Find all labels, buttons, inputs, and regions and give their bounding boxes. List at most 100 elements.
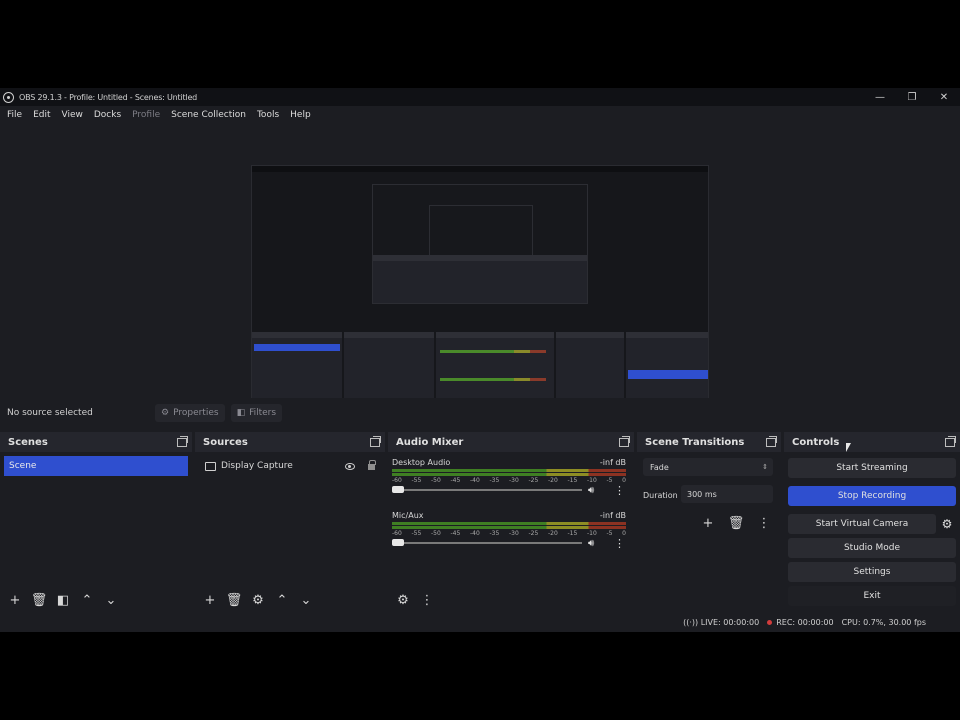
volume-slider-handle[interactable]: [392, 539, 404, 546]
volume-slider-track[interactable]: [392, 489, 582, 491]
more-options-icon[interactable]: ⋮: [614, 484, 625, 497]
volume-slider-handle[interactable]: [392, 486, 404, 493]
advanced-audio-gear-icon[interactable]: ⚙: [394, 591, 412, 609]
updown-chevron-icon: ⇕: [762, 463, 768, 471]
properties-button[interactable]: ⚙ Properties: [155, 404, 225, 422]
tick-label: -20: [548, 477, 558, 484]
channel-name: Mic/Aux: [392, 511, 424, 520]
start-streaming-button[interactable]: Start Streaming: [788, 458, 956, 478]
controls-title: Controls: [792, 436, 840, 448]
live-time: LIVE: 00:00:00: [700, 617, 760, 627]
move-down-button[interactable]: ⌄: [102, 591, 120, 609]
source-properties-button[interactable]: ⚙: [249, 591, 267, 609]
window-title: OBS 29.1.3 - Profile: Untitled - Scenes:…: [19, 92, 198, 102]
scenes-title: Scenes: [8, 436, 48, 448]
float-dock-icon[interactable]: [766, 435, 777, 447]
nested-meter-mic: [440, 378, 546, 381]
exit-button[interactable]: Exit: [788, 586, 956, 606]
mixer-body: Desktop Audio -inf dB -60 -55 -50 -45 -40 -35…: [388, 452, 634, 612]
move-up-button[interactable]: ⌃: [78, 591, 96, 609]
stop-recording-button[interactable]: Stop Recording: [788, 486, 956, 506]
menu-help[interactable]: Help: [290, 110, 311, 120]
add-transition-button[interactable]: +: [699, 514, 717, 532]
menu-profile[interactable]: Profile: [132, 110, 160, 120]
volume-meter: [392, 526, 626, 529]
start-virtual-camera-button[interactable]: Start Virtual Camera: [788, 514, 936, 534]
maximize-button[interactable]: ❐: [896, 88, 928, 106]
mixer-menu-icon[interactable]: ⋮: [418, 591, 436, 609]
scene-item[interactable]: Scene: [4, 456, 188, 476]
filters-button[interactable]: ◧ Filters: [230, 404, 283, 422]
nested-title-bar: [252, 166, 708, 172]
menu-edit[interactable]: Edit: [33, 110, 50, 120]
tick-label: -50: [431, 530, 441, 537]
transitions-body: Fade ⇕ Duration 300 ms + 🗑︎ ⋮: [637, 452, 781, 612]
status-bar: ((·)) LIVE: 00:00:00 REC: 00:00:00 CPU: …: [0, 612, 960, 632]
settings-button[interactable]: Settings: [788, 562, 956, 582]
volume-meter: [392, 473, 626, 476]
title-bar: OBS 29.1.3 - Profile: Untitled - Scenes:…: [0, 88, 960, 106]
scene-filters-button[interactable]: ◧: [54, 591, 72, 609]
studio-mode-button[interactable]: Studio Mode: [788, 538, 956, 558]
transition-properties-icon[interactable]: ⋮: [755, 514, 773, 532]
sources-toolbar: + 🗑︎ ⚙ ⌃ ⌄: [195, 588, 385, 612]
minimize-button[interactable]: —: [864, 88, 896, 106]
duration-input[interactable]: 300 ms: [681, 485, 773, 503]
nested-stop-recording: [628, 370, 708, 379]
menu-file[interactable]: File: [7, 110, 22, 120]
menu-scene-collection[interactable]: Scene Collection: [171, 110, 246, 120]
tick-label: -5: [606, 530, 613, 537]
tick-label: -10: [587, 530, 597, 537]
volume-meter: [392, 469, 626, 472]
transition-select[interactable]: Fade ⇕: [643, 458, 773, 476]
scenes-dock-header: Scenes: [0, 432, 192, 452]
source-item[interactable]: Display Capture: [199, 456, 381, 476]
tick-label: -40: [470, 530, 480, 537]
controls-dock-header: Controls: [784, 432, 960, 452]
no-source-label: No source selected: [7, 408, 93, 418]
meter-ticks: -60 -55 -50 -45 -40 -35 -30 -25 -20 -15 -10 -5 0: [392, 477, 626, 484]
menu-tools[interactable]: Tools: [257, 110, 279, 120]
obs-window: OBS 29.1.3 - Profile: Untitled - Scenes:…: [0, 88, 960, 632]
duration-label: Duration: [643, 491, 678, 500]
float-dock-icon[interactable]: [370, 435, 381, 447]
sources-dock: Sources Display Capture + 🗑︎ ⚙ ⌃ ⌄: [195, 432, 385, 612]
tick-label: -25: [528, 530, 539, 537]
volume-slider-track[interactable]: [392, 542, 582, 544]
duration-value: 300 ms: [687, 489, 717, 499]
filters-label: Filters: [249, 408, 277, 418]
controls-dock: Controls Start Streaming Stop Recording …: [784, 432, 960, 612]
controls-body: Start Streaming Stop Recording Start Vir…: [784, 452, 960, 612]
float-dock-icon[interactable]: [945, 435, 956, 447]
move-up-button[interactable]: ⌃: [273, 591, 291, 609]
add-source-button[interactable]: +: [201, 591, 219, 609]
speaker-icon[interactable]: 🔊︎: [588, 538, 594, 549]
remove-scene-button[interactable]: 🗑︎: [30, 591, 48, 609]
nested-meter-desktop: [440, 350, 546, 353]
mixer-channel-mic: Mic/Aux -inf dB -60 -55 -50 -45 -40 -35 -30 -25…: [392, 511, 626, 557]
speaker-icon[interactable]: 🔊︎: [588, 485, 594, 496]
tick-label: -15: [567, 530, 578, 537]
more-options-icon[interactable]: ⋮: [614, 537, 625, 550]
sources-list: Display Capture + 🗑︎ ⚙ ⌃ ⌄: [195, 452, 385, 612]
obs-logo-icon: [3, 91, 14, 103]
virtual-camera-settings-gear-icon[interactable]: ⚙: [940, 517, 954, 531]
preview-canvas[interactable]: [0, 124, 960, 423]
tick-label: -30: [509, 530, 519, 537]
add-scene-button[interactable]: +: [6, 591, 24, 609]
menu-view[interactable]: View: [62, 110, 83, 120]
mixer-channel-desktop: Desktop Audio -inf dB -60 -55 -50 -45 -40 -35…: [392, 458, 626, 504]
close-button[interactable]: ✕: [928, 88, 960, 106]
source-name: Display Capture: [221, 461, 293, 471]
scenes-dock: Scenes Scene + 🗑︎ ◧ ⌃ ⌄: [0, 432, 192, 612]
menu-docks[interactable]: Docks: [94, 110, 121, 120]
remove-transition-button[interactable]: 🗑︎: [727, 514, 745, 532]
source-toolbar: No source selected ⚙ Properties ◧ Filter…: [0, 398, 960, 428]
remove-source-button[interactable]: 🗑︎: [225, 591, 243, 609]
move-down-button[interactable]: ⌄: [297, 591, 315, 609]
float-dock-icon[interactable]: [619, 435, 630, 447]
tick-label: -10: [587, 477, 597, 484]
lock-icon[interactable]: [368, 460, 376, 470]
eye-icon[interactable]: [345, 462, 355, 470]
float-dock-icon[interactable]: [177, 435, 188, 447]
